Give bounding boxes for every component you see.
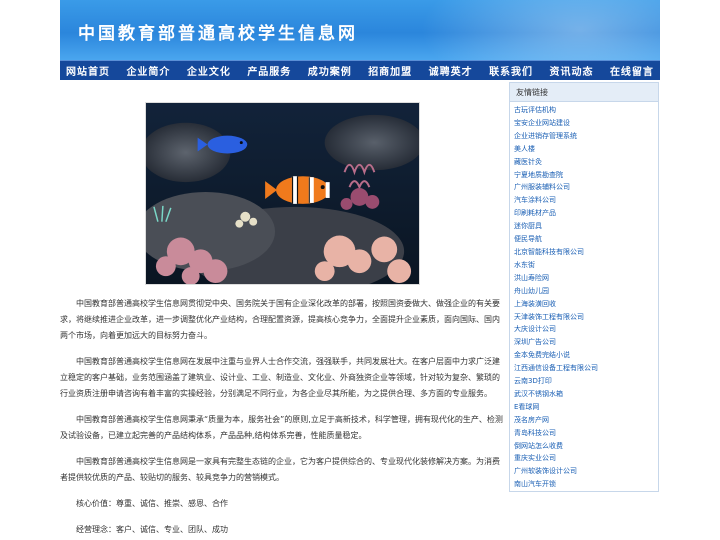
friend-link[interactable]: 汽车涂料公司 — [514, 196, 556, 204]
nav-item-culture[interactable]: 企业文化 — [187, 63, 231, 78]
nav-item-news[interactable]: 资讯动态 — [550, 63, 594, 78]
list-item[interactable]: 北京智能科技有限公司 — [514, 246, 658, 259]
list-item[interactable]: 迷你厨具 — [514, 220, 658, 233]
friend-link[interactable]: 宝安企业网站建设 — [514, 119, 570, 127]
list-item[interactable]: 天津装饰工程有限公司 — [514, 311, 658, 324]
main-nav: 网站首页 企业简介 企业文化 产品服务 成功案例 招商加盟 诚聘英才 联系我们 … — [60, 60, 660, 80]
friend-links-title: 友情链接 — [510, 83, 658, 102]
friend-link[interactable]: 茂名房产网 — [514, 416, 549, 424]
friend-link[interactable]: 天津装饰工程有限公司 — [514, 313, 584, 321]
friend-link[interactable]: 江西通信设备工程有限公司 — [514, 364, 598, 372]
header-glow — [420, 0, 660, 60]
nav-item-message[interactable]: 在线留言 — [610, 63, 654, 78]
list-item[interactable]: 汽车涂料公司 — [514, 194, 658, 207]
content-paragraph: 中国教育部普通高校学生信息网贯彻党中央、国务院关于国有企业深化改革的部署，按照国… — [60, 299, 500, 340]
friend-link[interactable]: 大庆设计公司 — [514, 325, 556, 333]
friend-link[interactable]: 美人楼 — [514, 145, 535, 153]
nav-item-about[interactable]: 企业简介 — [126, 63, 170, 78]
list-item[interactable]: 广州服装辅料公司 — [514, 181, 658, 194]
nav-item-jobs[interactable]: 诚聘英才 — [429, 63, 473, 78]
list-item[interactable]: 美人楼 — [514, 143, 658, 156]
friend-link[interactable]: 迷你厨具 — [514, 222, 542, 230]
list-item[interactable]: 倒网站怎么收费 — [514, 440, 658, 453]
list-item[interactable]: 金本免费完结小说 — [514, 349, 658, 362]
content-paragraph: 中国教育部普通高校学生信息网秉承“质量为本，服务社会”的原则,立足于高新技术，科… — [60, 415, 503, 440]
friend-link[interactable]: 便民导航 — [514, 235, 542, 243]
list-item[interactable]: 企业进销存管理系统 — [514, 130, 658, 143]
aquarium-clownfish-image — [145, 102, 420, 285]
nav-item-franchise[interactable]: 招商加盟 — [368, 63, 412, 78]
list-item[interactable]: 舟山幼儿园 — [514, 285, 658, 298]
list-item[interactable]: 宝安企业网站建设 — [514, 117, 658, 130]
list-item[interactable]: E看球网 — [514, 401, 658, 414]
friend-link[interactable]: 金本免费完结小说 — [514, 351, 570, 359]
friend-links-panel: 友情链接 古玩评估机构 宝安企业网站建设 企业进销存管理系统 美人楼 藏医针灸 … — [509, 82, 659, 492]
friend-link[interactable]: 广州软装饰设计公司 — [514, 467, 577, 475]
nav-item-home[interactable]: 网站首页 — [66, 63, 110, 78]
nav-item-contact[interactable]: 联系我们 — [489, 63, 533, 78]
site-title: 中国教育部普通高校学生信息网 — [78, 24, 358, 44]
friend-link[interactable]: 重庆实业公司 — [514, 454, 556, 462]
list-item[interactable]: 广州软装饰设计公司 — [514, 465, 658, 478]
friend-link[interactable]: 广州服装辅料公司 — [514, 183, 570, 191]
friend-link[interactable]: 倒网站怎么收费 — [514, 442, 563, 450]
list-item[interactable]: 南山汽车开锁 — [514, 478, 658, 491]
friend-link[interactable]: 武汉不锈钢水箱 — [514, 390, 563, 398]
friend-link[interactable]: 深圳广告公司 — [514, 338, 556, 346]
list-item[interactable]: 江西通信设备工程有限公司 — [514, 362, 658, 375]
friend-link[interactable]: 北京智能科技有限公司 — [514, 248, 584, 256]
list-item[interactable]: 重庆实业公司 — [514, 452, 658, 465]
main-content: 中国教育部普通高校学生信息网贯彻党中央、国务院关于国有企业深化改革的部署，按照国… — [60, 296, 506, 540]
list-item[interactable]: 藏医针灸 — [514, 156, 658, 169]
friend-link[interactable]: 上海装潢回收 — [514, 300, 556, 308]
friend-link[interactable]: 水东街 — [514, 261, 535, 269]
friend-link[interactable]: 舟山幼儿园 — [514, 287, 549, 295]
friend-links-list: 古玩评估机构 宝安企业网站建设 企业进销存管理系统 美人楼 藏医针灸 宁夏地质勘… — [510, 102, 658, 491]
list-item[interactable]: 武汉不锈钢水箱 — [514, 388, 658, 401]
core-values: 核心价值：尊重、诚信、推崇、感恩、合作 — [76, 499, 228, 508]
list-item[interactable]: 茂名房产网 — [514, 414, 658, 427]
list-item[interactable]: 水东街 — [514, 259, 658, 272]
list-item[interactable]: 青岛科技公司 — [514, 427, 658, 440]
list-item[interactable]: 大庆设计公司 — [514, 323, 658, 336]
content-paragraph: 中国教育部普通高校学生信息网是一家具有完整生态链的企业，它为客户提供综合的、专业… — [60, 457, 500, 482]
friend-link[interactable]: 青岛科技公司 — [514, 429, 556, 437]
list-item[interactable]: 印刷耗材产品 — [514, 207, 658, 220]
business-philosophy: 经营理念：客户、诚信、专业、团队、成功 — [76, 525, 228, 534]
friend-link[interactable]: 印刷耗材产品 — [514, 209, 556, 217]
list-item[interactable]: 便民导航 — [514, 233, 658, 246]
friend-link[interactable]: E看球网 — [514, 403, 539, 411]
friend-link[interactable]: 云南3D打印 — [514, 377, 552, 385]
nav-item-cases[interactable]: 成功案例 — [308, 63, 352, 78]
friend-link[interactable]: 藏医针灸 — [514, 158, 542, 166]
friend-link[interactable]: 企业进销存管理系统 — [514, 132, 577, 140]
friend-link[interactable]: 古玩评估机构 — [514, 106, 556, 114]
list-item[interactable]: 古玩评估机构 — [514, 104, 658, 117]
nav-item-products[interactable]: 产品服务 — [247, 63, 291, 78]
list-item[interactable]: 宁夏地质勘查院 — [514, 169, 658, 182]
list-item[interactable]: 洪山寿险网 — [514, 272, 658, 285]
site-header: 中国教育部普通高校学生信息网 — [60, 0, 660, 60]
friend-link[interactable]: 洪山寿险网 — [514, 274, 549, 282]
friend-link[interactable]: 南山汽车开锁 — [514, 480, 556, 488]
list-item[interactable]: 深圳广告公司 — [514, 336, 658, 349]
content-paragraph: 中国教育部普通高校学生信息网在发展中注重与业界人士合作交流，强强联手，共同发展壮… — [60, 357, 500, 398]
friend-link[interactable]: 宁夏地质勘查院 — [514, 171, 563, 179]
list-item[interactable]: 云南3D打印 — [514, 375, 658, 388]
list-item[interactable]: 上海装潢回收 — [514, 298, 658, 311]
